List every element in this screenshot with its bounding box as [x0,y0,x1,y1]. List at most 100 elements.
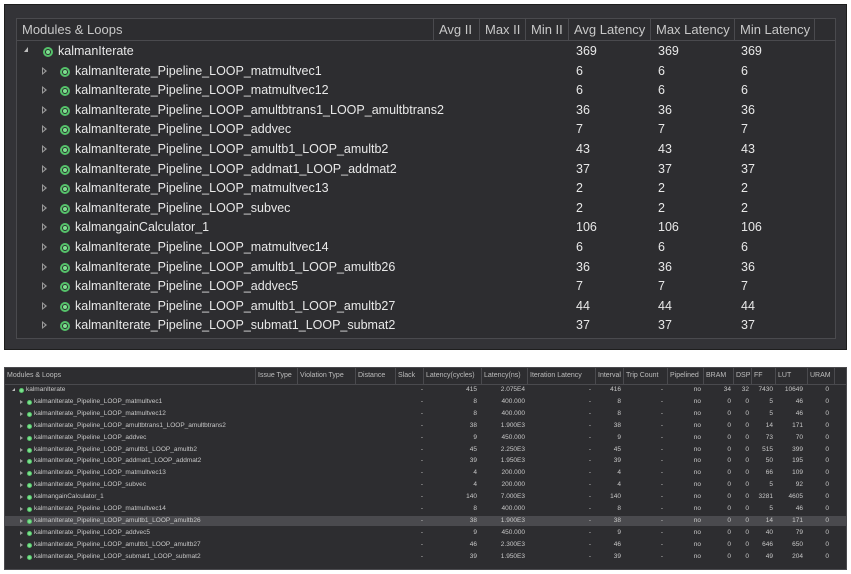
expanded-triangle-icon[interactable] [24,47,28,52]
col-header-ff[interactable]: FF [751,368,775,384]
table-row[interactable]: kalmanIterate_Pipeline_LOOP_amultb1_LOOP… [5,540,846,550]
collapsed-triangle-icon[interactable] [42,86,47,95]
table-row[interactable]: kalmanIterate_Pipeline_LOOP_matmultvec1 6… [17,61,835,81]
trip-count: - [660,386,663,393]
col-header-slack[interactable]: Slack [395,368,423,384]
table-row[interactable]: kalmanIterate_Pipeline_LOOP_addmat1_LOOP… [5,456,846,466]
col-header-pipelined[interactable]: Pipelined [667,368,703,384]
table-row[interactable]: kalmanIterate_Pipeline_LOOP_addvec5 - 9 450… [5,528,846,538]
table-row[interactable]: kalmanIterate_Pipeline_LOOP_amultbtrans1… [5,421,846,431]
table-row[interactable]: kalmanIterate_Pipeline_LOOP_matmultvec12… [5,409,846,419]
table-row[interactable]: kalmanIterate_Pipeline_LOOP_amultb1_LOOP… [17,257,835,277]
collapsed-triangle-icon[interactable] [20,542,23,547]
col-header-dsp[interactable]: DSP [733,368,751,384]
collapsed-triangle-icon[interactable] [20,423,23,428]
collapsed-triangle-icon[interactable] [20,447,23,452]
module-name: kalmanIterate [26,386,66,393]
trip-count: - [660,457,663,465]
collapsed-triangle-icon[interactable] [20,554,23,559]
col-header-avg-ii[interactable]: Avg II [433,19,479,40]
expanded-triangle-icon[interactable] [12,388,15,391]
status-ok-icon [27,530,32,536]
table-row[interactable]: kalmanIterate_Pipeline_LOOP_amultb1_LOOP… [5,515,846,526]
table-row[interactable]: kalmanIterate_Pipeline_LOOP_matmultvec13… [17,178,835,198]
collapsed-triangle-icon[interactable] [42,262,47,271]
collapsed-triangle-icon[interactable] [42,145,47,153]
avg-latency: 369 [576,44,597,58]
bottom-table-header: Modules & Loops Issue Type Violation Typ… [5,368,846,385]
interval: 38 [613,516,621,524]
bram: 0 [727,421,731,429]
collapsed-triangle-icon[interactable] [42,301,47,310]
collapsed-triangle-icon[interactable] [20,399,23,404]
collapsed-triangle-icon[interactable] [20,530,23,535]
table-row[interactable]: kalmanIterate_Pipeline_LOOP_subvec 2 2 2 [17,198,835,218]
collapsed-triangle-icon[interactable] [20,411,23,416]
col-header-modules[interactable]: Modules & Loops [5,368,255,384]
slack: - [420,469,423,477]
col-header-modules[interactable]: Modules & Loops [17,19,433,40]
table-row[interactable]: kalmanIterate_Pipeline_LOOP_amultbtrans1… [17,100,835,120]
table-row[interactable]: kalmangainCalculator_1 106 106 106 [17,217,835,237]
bram: 34 [723,386,731,393]
table-row[interactable]: kalmanIterate_Pipeline_LOOP_amultb1_LOOP… [17,296,835,316]
table-row[interactable]: kalmanIterate_Pipeline_LOOP_submat1_LOOP… [5,552,846,562]
col-header-latency-cycles[interactable]: Latency(cycles) [423,368,481,384]
table-row[interactable]: kalmanIterate_Pipeline_LOOP_addmat1_LOOP… [17,159,835,179]
col-header-bram[interactable]: BRAM [703,368,733,384]
status-ok-icon [60,223,70,234]
table-row[interactable]: kalmanIterate_Pipeline_LOOP_matmultvec14… [17,237,835,257]
table-row[interactable]: kalmanIterate_Pipeline_LOOP_submat1_LOOP… [17,315,835,335]
col-header-uram[interactable]: URAM [807,368,835,384]
module-name: kalmanIterate_Pipeline_LOOP_subvec [75,200,291,215]
col-header-avg-latency[interactable]: Avg Latency [568,19,650,40]
collapsed-triangle-icon[interactable] [20,435,23,440]
dsp: 0 [745,493,749,501]
col-header-max-latency[interactable]: Max Latency [650,19,734,40]
table-row[interactable]: kalmanIterate_Pipeline_LOOP_matmultvec14… [5,504,846,514]
collapsed-triangle-icon[interactable] [42,164,47,173]
col-header-interval[interactable]: Interval [595,368,623,384]
col-header-lut[interactable]: LUT [775,368,807,384]
collapsed-triangle-icon[interactable] [42,203,47,212]
collapsed-triangle-icon[interactable] [42,243,47,251]
col-header-iteration-latency[interactable]: Iteration Latency [527,368,595,384]
dsp: 0 [745,540,749,548]
collapsed-triangle-icon[interactable] [20,459,23,464]
collapsed-triangle-icon[interactable] [20,507,23,511]
table-row[interactable]: kalmanIterate_Pipeline_LOOP_matmultvec13… [5,468,846,478]
col-header-trip-count[interactable]: Trip Count [623,368,667,384]
col-header-min-ii[interactable]: Min II [525,19,568,40]
collapsed-triangle-icon[interactable] [20,483,23,488]
table-row[interactable]: kalmanIterate_Pipeline_LOOP_amultb1_LOOP… [17,139,835,159]
table-row[interactable]: kalmanIterate - 415 2.075E4 - 416 - no 34 32 7430 1… [5,385,846,395]
table-row[interactable]: kalmangainCalculator_1 - 140 7.000E3 - 140 - no… [5,492,846,502]
col-header-violation-type[interactable]: Violation Type [297,368,355,384]
col-header-latency-ns[interactable]: Latency(ns) [481,368,527,384]
table-row[interactable]: kalmanIterate_Pipeline_LOOP_addvec 7 7 7 [17,119,835,139]
collapsed-triangle-icon[interactable] [42,125,47,134]
collapsed-triangle-icon[interactable] [42,321,47,330]
table-row[interactable]: kalmanIterate_Pipeline_LOOP_subvec - 4 200.… [5,480,846,490]
col-header-distance[interactable]: Distance [355,368,395,384]
collapsed-triangle-icon[interactable] [20,518,23,523]
collapsed-triangle-icon[interactable] [42,105,47,114]
table-row[interactable]: kalmanIterate 369 369 369 [17,41,835,61]
collapsed-triangle-icon[interactable] [20,495,23,500]
col-header-max-ii[interactable]: Max II [479,19,525,40]
latency-cycles: 8 [473,409,477,417]
col-header-issue-type[interactable]: Issue Type [255,368,297,384]
collapsed-triangle-icon[interactable] [42,184,47,193]
collapsed-triangle-icon[interactable] [42,282,47,291]
table-row[interactable]: kalmanIterate_Pipeline_LOOP_amultb1_LOOP… [5,445,846,455]
iteration-latency: - [588,409,591,417]
table-row[interactable]: kalmanIterate_Pipeline_LOOP_addvec - 9 450.… [5,433,846,443]
table-row[interactable]: kalmanIterate_Pipeline_LOOP_matmultvec12… [17,80,835,100]
collapsed-triangle-icon[interactable] [20,471,23,476]
collapsed-triangle-icon[interactable] [42,66,47,75]
collapsed-triangle-icon[interactable] [42,223,47,232]
col-header-min-latency[interactable]: Min Latency [734,19,815,40]
table-row[interactable]: kalmanIterate_Pipeline_LOOP_addvec5 7 7 7 [17,276,835,296]
latency-ns: 450.000 [501,433,526,441]
table-row[interactable]: kalmanIterate_Pipeline_LOOP_matmultvec1 -… [5,397,846,407]
